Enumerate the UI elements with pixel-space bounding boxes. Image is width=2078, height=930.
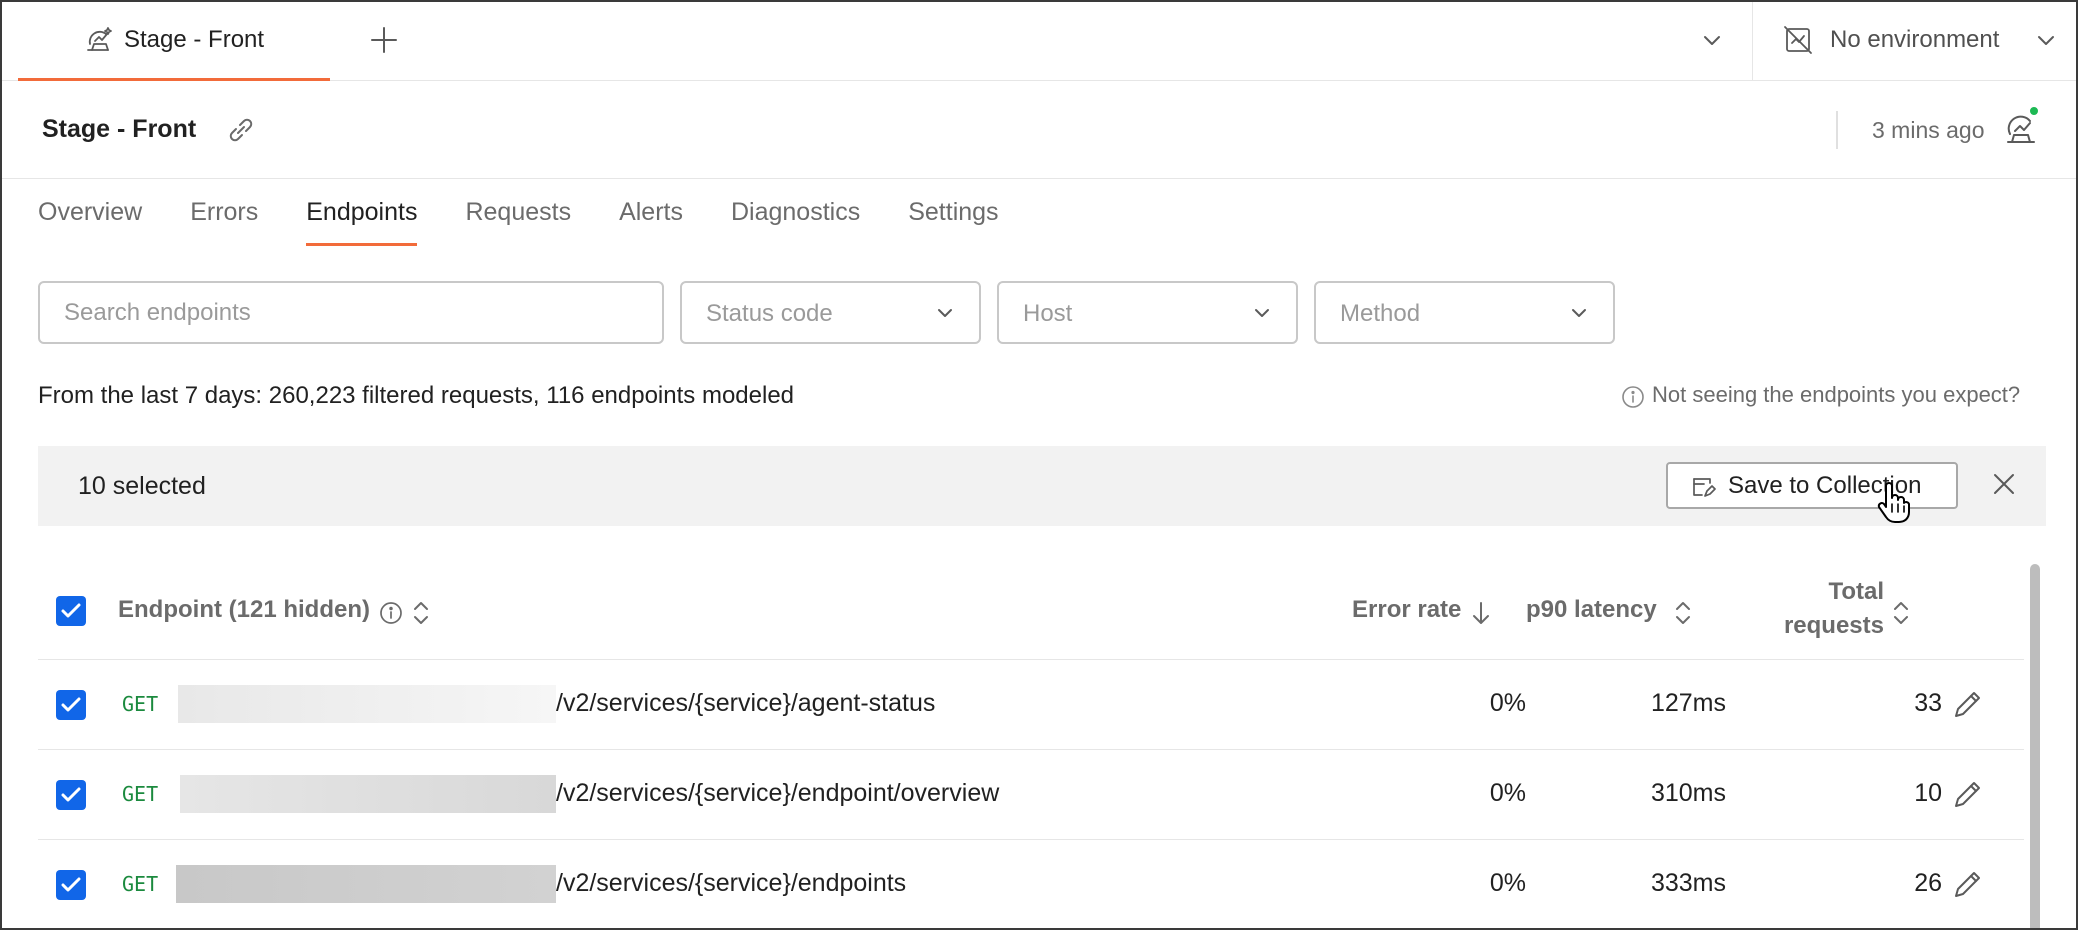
tab-endpoints[interactable]: Endpoints: [306, 180, 418, 246]
selected-count: 10 selected: [78, 472, 206, 500]
tab-bar: Stage - Front No environment: [2, 2, 2076, 81]
p90-latency-value: 310ms: [1650, 779, 1726, 807]
method-badge: GET: [122, 692, 159, 716]
total-requests-value: 10: [1914, 779, 1942, 807]
arrow-down-icon[interactable]: [1470, 598, 1492, 628]
total-requests-value: 26: [1914, 869, 1942, 897]
error-rate-column-header[interactable]: Error rate: [1352, 596, 1461, 624]
search-input[interactable]: [38, 281, 664, 344]
table-row[interactable]: GET /v2/services/{service}/endpoints 0% …: [38, 840, 2024, 928]
total-requests-header-line2[interactable]: requests: [1774, 612, 1884, 640]
error-rate-value: 0%: [1489, 779, 1526, 807]
no-environment-icon: [1784, 26, 1812, 54]
select-all-checkbox[interactable]: [56, 596, 86, 626]
save-to-collection-button[interactable]: Save to Collection: [1666, 462, 1958, 509]
sort-icon[interactable]: [410, 598, 432, 628]
tab-errors[interactable]: Errors: [190, 180, 258, 246]
tab-requests[interactable]: Requests: [465, 180, 571, 246]
error-rate-value: 0%: [1489, 869, 1526, 897]
dropdown-label: Method: [1340, 300, 1421, 327]
host-dropdown[interactable]: Host: [997, 281, 1298, 344]
tab-settings[interactable]: Settings: [908, 180, 998, 246]
dropdown-label: Host: [1023, 300, 1073, 327]
dropdown-label: Status code: [706, 300, 833, 327]
total-requests-value: 33: [1914, 689, 1942, 717]
endpoint-column-header[interactable]: Endpoint (121 hidden): [118, 596, 370, 624]
p90-latency-column-header[interactable]: p90 latency: [1526, 596, 1657, 624]
nav-tabs: Overview Errors Endpoints Requests Alert…: [38, 180, 1047, 246]
redacted-host: [180, 775, 556, 813]
chevron-down-icon[interactable]: [1698, 26, 1726, 54]
redacted-host: [176, 865, 556, 903]
redacted-host: [178, 685, 556, 723]
app-window: Stage - Front No environment Stage - Fro…: [0, 0, 2078, 930]
tab-alerts[interactable]: Alerts: [619, 180, 683, 246]
row-checkbox[interactable]: [56, 780, 86, 810]
link-icon[interactable]: [224, 113, 258, 147]
info-icon[interactable]: [378, 600, 404, 626]
endpoint-path[interactable]: /v2/services/{service}/endpoints: [556, 869, 906, 898]
endpoint-path[interactable]: /v2/services/{service}/endpoint/overview: [556, 779, 999, 808]
tab-overview[interactable]: Overview: [38, 180, 142, 246]
table-row[interactable]: GET /v2/services/{service}/agent-status …: [38, 660, 2024, 750]
environment-selector[interactable]: No environment: [1782, 2, 2072, 81]
page-title: Stage - Front: [42, 115, 197, 143]
tab-label: Stage - Front: [124, 26, 265, 53]
edit-icon[interactable]: [1950, 686, 1986, 722]
p90-latency-value: 127ms: [1650, 689, 1726, 717]
p90-latency-value: 333ms: [1650, 869, 1726, 897]
sort-icon[interactable]: [1890, 598, 1912, 628]
last-updated: 3 mins ago: [1872, 117, 1985, 143]
monitor-icon: [87, 27, 112, 51]
info-icon: [1622, 386, 1644, 408]
save-collection-icon: [1693, 478, 1716, 497]
scrollbar-thumb[interactable]: [2030, 564, 2040, 928]
chevron-down-icon: [938, 309, 952, 317]
chevron-down-icon: [1572, 309, 1586, 317]
endpoint-path[interactable]: /v2/services/{service}/agent-status: [556, 689, 935, 718]
tab-diagnostics[interactable]: Diagnostics: [731, 180, 860, 246]
method-badge: GET: [122, 872, 159, 896]
page-header: Stage - Front 3 mins ago: [2, 81, 2076, 179]
selection-bar: 10 selected Save to Collection: [38, 446, 2046, 526]
table-header: Endpoint (121 hidden) Error rate p90 lat…: [38, 562, 2024, 660]
chevron-down-icon: [2038, 36, 2054, 45]
status-code-dropdown[interactable]: Status code: [680, 281, 981, 344]
error-rate-value: 0%: [1489, 689, 1526, 717]
edit-icon[interactable]: [1950, 776, 1986, 812]
edit-icon[interactable]: [1950, 866, 1986, 902]
total-requests-header-line1: Total: [1828, 578, 1884, 605]
help-link-label: Not seeing the endpoints you expect?: [1652, 382, 2021, 407]
chevron-down-icon: [1255, 309, 1269, 317]
summary-text: From the last 7 days: 260,223 filtered r…: [38, 382, 795, 409]
row-checkbox[interactable]: [56, 690, 86, 720]
row-checkbox[interactable]: [56, 870, 86, 900]
method-badge: GET: [122, 782, 159, 806]
close-icon[interactable]: [1988, 468, 2020, 500]
tab-stage-front[interactable]: Stage - Front: [18, 2, 330, 81]
divider: [1836, 111, 1838, 149]
plus-icon[interactable]: [368, 24, 400, 56]
pointer-cursor-icon: [1877, 482, 1910, 523]
sort-icon[interactable]: [1672, 598, 1694, 628]
environment-label: No environment: [1830, 26, 2000, 53]
table-row[interactable]: GET /v2/services/{service}/endpoint/over…: [38, 750, 2024, 840]
divider: [1752, 2, 1753, 81]
method-dropdown[interactable]: Method: [1314, 281, 1615, 344]
status-dot: [2028, 105, 2040, 117]
